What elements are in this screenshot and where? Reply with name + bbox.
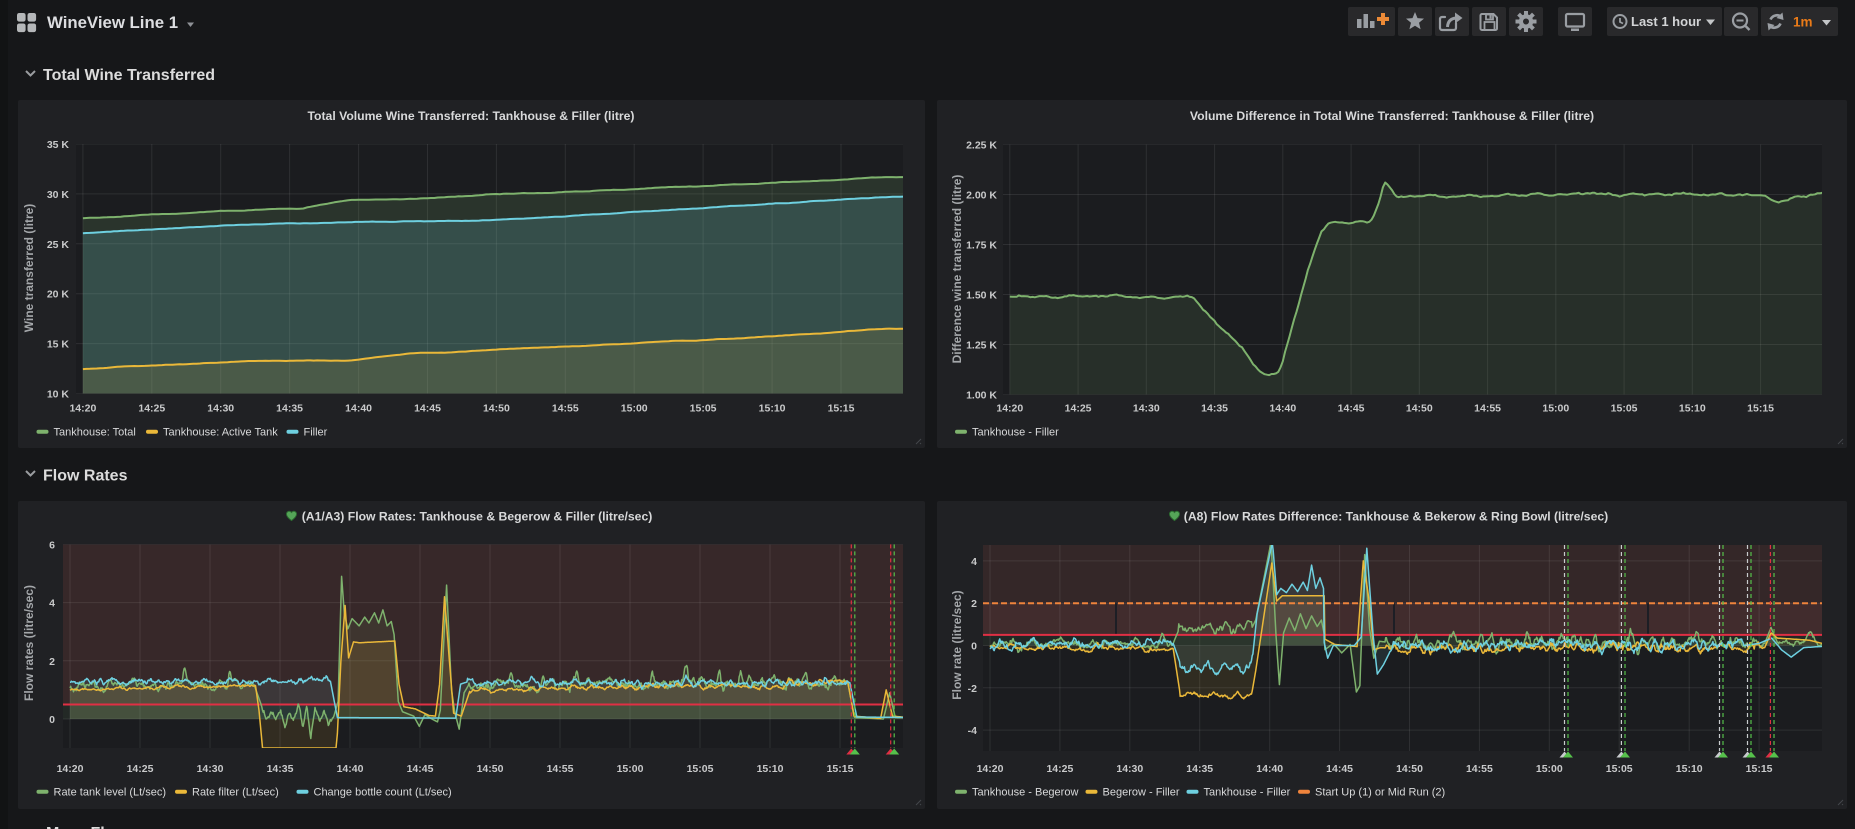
svg-text:20 K: 20 K (47, 289, 70, 301)
svg-text:14:40: 14:40 (1269, 403, 1296, 415)
svg-text:Difference wine transferred (l: Difference wine transferred (litre) (950, 175, 964, 364)
svg-text:Begerow - Filler: Begerow - Filler (1103, 787, 1180, 799)
svg-text:Flow rates (litre/sec): Flow rates (litre/sec) (22, 585, 36, 701)
svg-text:Rate filter (Lt/sec): Rate filter (Lt/sec) (192, 787, 279, 799)
svg-text:1.75 K: 1.75 K (966, 240, 997, 252)
svg-text:2.25 K: 2.25 K (966, 140, 997, 152)
svg-text:15:05: 15:05 (687, 763, 714, 775)
svg-text:14:35: 14:35 (267, 763, 294, 775)
svg-text:15:10: 15:10 (757, 763, 784, 775)
svg-text:14:20: 14:20 (69, 403, 96, 415)
svg-text:15:05: 15:05 (1606, 763, 1633, 775)
svg-text:Tankhouse: Total: Tankhouse: Total (54, 427, 136, 439)
svg-text:Flow Rates: Flow Rates (43, 468, 128, 485)
svg-text:15:15: 15:15 (828, 403, 855, 415)
svg-text:14:40: 14:40 (1256, 763, 1283, 775)
svg-text:15:15: 15:15 (1746, 763, 1773, 775)
svg-text:35 K: 35 K (47, 139, 70, 151)
svg-text:1m: 1m (1793, 15, 1813, 30)
svg-text:1.50 K: 1.50 K (966, 290, 997, 302)
svg-text:15:00: 15:00 (617, 763, 644, 775)
svg-text:15:15: 15:15 (827, 763, 854, 775)
svg-text:14:25: 14:25 (1046, 763, 1073, 775)
svg-text:10 K: 10 K (47, 389, 70, 401)
svg-text:(A1/A3) Flow Rates: Tankhouse: (A1/A3) Flow Rates: Tankhouse & Begerow … (302, 510, 653, 524)
svg-text:14:45: 14:45 (414, 403, 441, 415)
svg-text:14:30: 14:30 (207, 403, 234, 415)
svg-text:6: 6 (49, 539, 55, 551)
svg-text:4: 4 (971, 556, 977, 568)
svg-text:0: 0 (971, 641, 977, 653)
svg-text:15:00: 15:00 (1542, 403, 1569, 415)
svg-text:14:30: 14:30 (1116, 763, 1143, 775)
svg-text:15:10: 15:10 (1676, 763, 1703, 775)
svg-text:14:30: 14:30 (1133, 403, 1160, 415)
svg-text:0: 0 (49, 714, 55, 726)
svg-text:14:40: 14:40 (337, 763, 364, 775)
svg-text:15:00: 15:00 (1536, 763, 1563, 775)
svg-text:14:50: 14:50 (1396, 763, 1423, 775)
svg-text:15:05: 15:05 (1611, 403, 1638, 415)
svg-text:14:45: 14:45 (407, 763, 434, 775)
svg-text:1.00 K: 1.00 K (966, 390, 997, 402)
svg-text:Tankhouse - Begerow: Tankhouse - Begerow (972, 787, 1078, 799)
svg-text:30 K: 30 K (47, 189, 70, 201)
svg-text:Tankhouse - Filler: Tankhouse - Filler (972, 427, 1059, 439)
svg-text:14:35: 14:35 (1186, 763, 1213, 775)
svg-text:1.25 K: 1.25 K (966, 340, 997, 352)
svg-text:2.00 K: 2.00 K (966, 190, 997, 202)
svg-text:14:45: 14:45 (1338, 403, 1365, 415)
svg-text:15:10: 15:10 (759, 403, 786, 415)
svg-text:15:05: 15:05 (690, 403, 717, 415)
svg-text:14:25: 14:25 (138, 403, 165, 415)
svg-text:Change bottle count (Lt/sec): Change bottle count (Lt/sec) (314, 787, 452, 799)
svg-text:14:45: 14:45 (1326, 763, 1353, 775)
svg-text:Flow rate (litre/sec): Flow rate (litre/sec) (950, 590, 964, 699)
svg-text:4: 4 (49, 598, 55, 610)
svg-text:Total Volume Wine Transferred:: Total Volume Wine Transferred: Tankhouse… (308, 109, 635, 123)
svg-text:15 K: 15 K (47, 339, 70, 351)
svg-text:15:10: 15:10 (1679, 403, 1706, 415)
svg-text:14:50: 14:50 (483, 403, 510, 415)
svg-text:25 K: 25 K (47, 239, 70, 251)
svg-text:Tankhouse - Filler: Tankhouse - Filler (1204, 787, 1291, 799)
svg-text:-4: -4 (968, 725, 977, 737)
svg-text:14:55: 14:55 (552, 403, 579, 415)
svg-text:15:00: 15:00 (621, 403, 648, 415)
svg-text:WineView Line 1: WineView Line 1 (47, 13, 178, 32)
svg-text:Volume Difference in Total Win: Volume Difference in Total Wine Transfer… (1190, 109, 1594, 123)
svg-text:14:20: 14:20 (996, 403, 1023, 415)
svg-text:14:55: 14:55 (547, 763, 574, 775)
svg-text:14:25: 14:25 (127, 763, 154, 775)
svg-text:14:35: 14:35 (276, 403, 303, 415)
svg-text:14:20: 14:20 (977, 763, 1004, 775)
svg-text:Rate tank level (Lt/sec): Rate tank level (Lt/sec) (54, 787, 167, 799)
svg-text:14:25: 14:25 (1065, 403, 1092, 415)
svg-text:Last 1 hour: Last 1 hour (1631, 14, 1701, 29)
svg-text:2: 2 (49, 656, 55, 668)
svg-text:(A8) Flow Rates Difference: Ta: (A8) Flow Rates Difference: Tankhouse & … (1184, 510, 1608, 524)
svg-text:14:35: 14:35 (1201, 403, 1228, 415)
svg-text:14:30: 14:30 (197, 763, 224, 775)
svg-text:14:50: 14:50 (477, 763, 504, 775)
svg-text:Tankhouse: Active Tank: Tankhouse: Active Tank (163, 427, 278, 439)
svg-text:14:40: 14:40 (345, 403, 372, 415)
svg-text:14:50: 14:50 (1406, 403, 1433, 415)
svg-text:2: 2 (971, 598, 977, 610)
svg-text:14:55: 14:55 (1474, 403, 1501, 415)
svg-text:14:20: 14:20 (57, 763, 84, 775)
svg-text:Total Wine Transferred: Total Wine Transferred (43, 67, 215, 84)
svg-text:Wine transferred (litre): Wine transferred (litre) (22, 204, 36, 333)
svg-text:15:15: 15:15 (1747, 403, 1774, 415)
svg-text:Mass Flow: Mass Flow (46, 825, 127, 829)
svg-text:-2: -2 (968, 683, 977, 695)
svg-text:14:55: 14:55 (1466, 763, 1493, 775)
svg-text:Start Up (1) or Mid Run (2): Start Up (1) or Mid Run (2) (1315, 787, 1445, 799)
svg-text:Filler: Filler (304, 427, 328, 439)
